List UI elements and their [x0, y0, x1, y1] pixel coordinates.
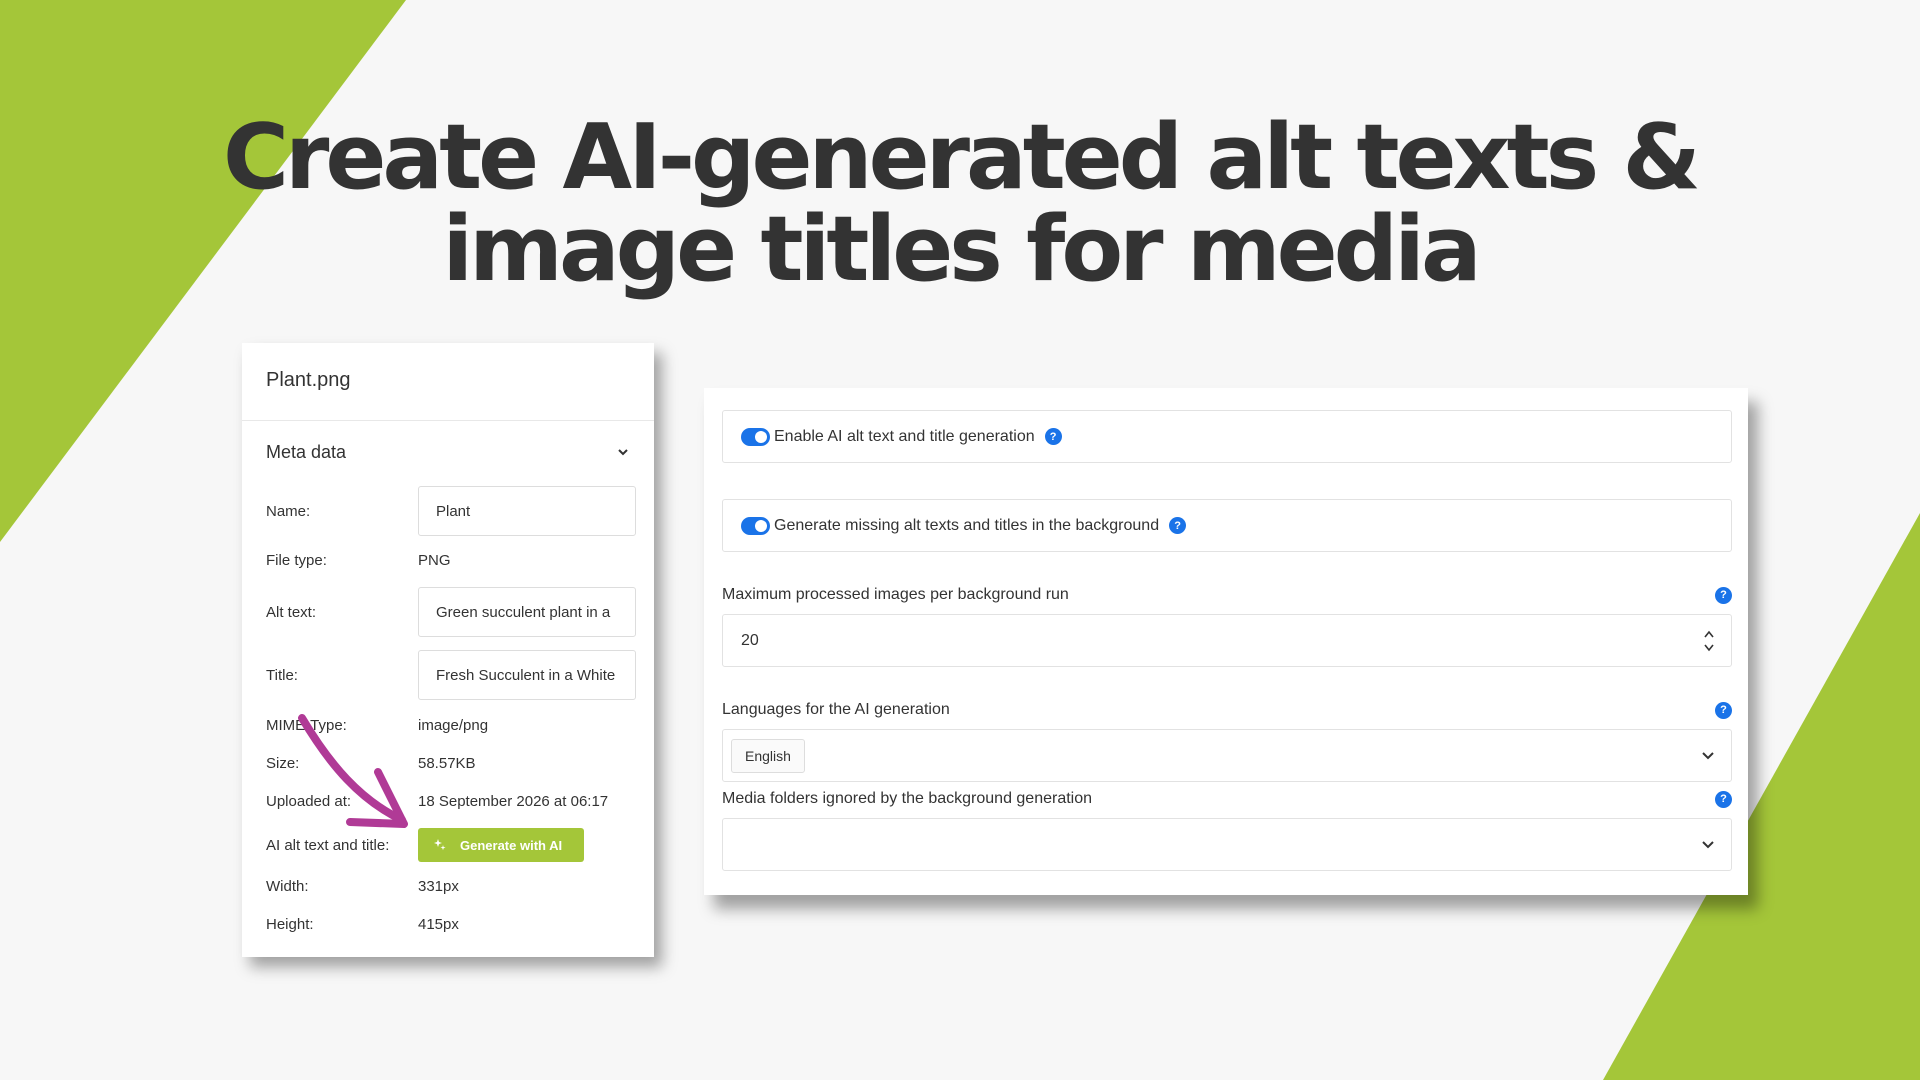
meta-row-alt-text: Alt text: Green succulent plant in a [266, 587, 636, 637]
background-generation-setting: Generate missing alt texts and titles in… [722, 499, 1732, 552]
height-value: 415px [418, 916, 459, 933]
enable-ai-label: Enable AI alt text and title generation [774, 427, 1035, 445]
language-chip-english[interactable]: English [731, 738, 805, 773]
chevron-up-icon[interactable] [1703, 630, 1715, 638]
help-icon[interactable]: ? [1715, 701, 1732, 719]
max-images-value: 20 [741, 631, 759, 649]
enable-ai-toggle[interactable] [741, 427, 770, 446]
enable-ai-setting: Enable AI alt text and title generation … [722, 410, 1732, 463]
mime-type-value: image/png [418, 717, 489, 734]
max-images-input[interactable]: 20 [722, 614, 1732, 667]
size-value: 58.57KB [418, 755, 476, 772]
name-input[interactable]: Plant [418, 486, 636, 536]
file-name: Plant.png [242, 343, 654, 421]
title-input[interactable]: Fresh Succulent in a White [418, 650, 636, 700]
alt-text-input[interactable]: Green succulent plant in a [418, 587, 636, 637]
languages-field-label: Languages for the AI generation ? [722, 701, 1732, 719]
headline-line-2: image titles for media [442, 197, 1481, 302]
number-spinner[interactable] [1703, 630, 1715, 652]
sparkle-icon [434, 839, 446, 851]
help-icon[interactable]: ? [1169, 517, 1187, 534]
ignored-folders-field-label: Media folders ignored by the background … [722, 790, 1732, 808]
alt-text-label: Alt text: [266, 603, 317, 621]
background-generation-label: Generate missing alt texts and titles in… [774, 516, 1160, 534]
max-images-field-label: Maximum processed images per background … [722, 586, 1732, 604]
help-icon[interactable]: ? [1715, 586, 1732, 604]
chevron-down-icon[interactable] [1701, 751, 1715, 761]
media-meta-panel: Plant.png Meta data Name: Plant File typ… [242, 343, 654, 957]
meta-data-section-title: Meta data [266, 441, 347, 462]
meta-row-name: Name: Plant [266, 486, 636, 536]
chevron-down-icon[interactable] [1703, 644, 1715, 652]
help-icon[interactable]: ? [1715, 790, 1732, 808]
meta-row-height: Height: 415px [266, 916, 636, 933]
meta-row-title: Title: Fresh Succulent in a White [266, 650, 636, 700]
meta-row-width: Width: 331px [266, 878, 636, 895]
ignored-folders-select[interactable] [722, 818, 1732, 871]
pointer-arrow [298, 714, 408, 828]
languages-label: Languages for the AI generation [722, 701, 950, 718]
chevron-down-icon[interactable] [1701, 840, 1715, 850]
width-label: Width: [266, 878, 309, 895]
uploaded-value: 18 September 2026 at 06:17 [418, 793, 609, 810]
file-type-label: File type: [266, 552, 327, 569]
height-label: Height: [266, 916, 314, 933]
generate-with-ai-label: Generate with AI [460, 837, 563, 853]
background-generation-toggle[interactable] [741, 516, 770, 535]
meta-data-section-header[interactable]: Meta data [242, 421, 654, 483]
title-label: Title: [266, 666, 298, 684]
languages-select[interactable]: English [722, 729, 1732, 782]
width-value: 331px [418, 878, 459, 895]
name-label: Name: [266, 502, 311, 520]
ai-settings-panel: Enable AI alt text and title generation … [704, 388, 1748, 895]
help-icon[interactable]: ? [1044, 428, 1062, 445]
headline-line-1: Create AI-generated alt texts & [222, 105, 1701, 210]
generate-with-ai-button[interactable]: Generate with AI [418, 828, 584, 862]
file-type-value: PNG [418, 552, 451, 569]
chevron-down-icon [618, 449, 628, 456]
headline: Create AI-generated alt texts & image ti… [0, 112, 1920, 296]
max-images-label: Maximum processed images per background … [722, 586, 1069, 603]
meta-row-file-type: File type: PNG [266, 552, 636, 569]
ignored-folders-label: Media folders ignored by the background … [722, 790, 1093, 807]
